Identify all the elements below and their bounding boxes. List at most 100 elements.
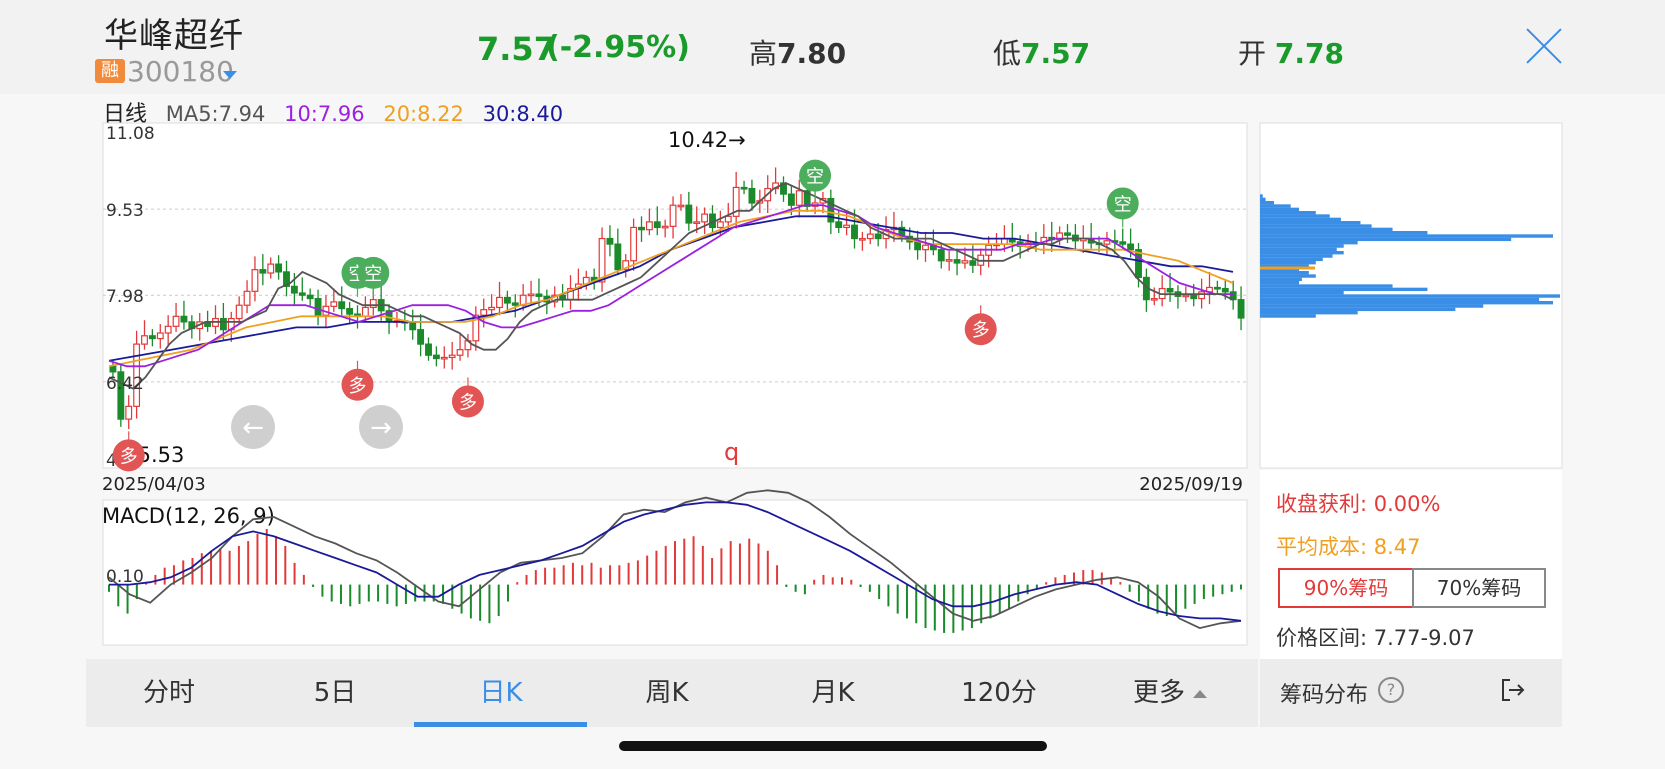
chip-bar xyxy=(1260,287,1428,292)
candle-body xyxy=(275,263,283,273)
candle-body xyxy=(645,221,653,231)
candle-body xyxy=(677,204,685,208)
chip-bar xyxy=(1260,284,1393,288)
chip-bar xyxy=(1260,197,1266,202)
candle-body xyxy=(298,292,306,296)
home-indicator xyxy=(619,741,1047,751)
candle-body xyxy=(440,356,448,360)
tab-weekly-k[interactable]: 周K xyxy=(584,659,750,727)
candle-body xyxy=(740,186,748,190)
candle-body xyxy=(598,237,606,283)
candle-body xyxy=(267,263,275,274)
candle-body xyxy=(1103,240,1111,245)
candle-body xyxy=(503,296,511,304)
chip-70-button[interactable]: 70%筹码 xyxy=(1412,568,1546,608)
chip-90-button[interactable]: 90%筹码 xyxy=(1278,568,1414,608)
candle-body xyxy=(432,354,440,360)
candle-body xyxy=(164,325,172,334)
chip-bar xyxy=(1260,277,1302,282)
candle-body xyxy=(937,249,945,262)
candle-body xyxy=(109,365,117,373)
candle-body xyxy=(661,225,669,229)
candle-body xyxy=(409,322,417,331)
tab-intraday[interactable]: 分时 xyxy=(86,659,252,727)
candle-body xyxy=(1182,294,1190,298)
candle-body xyxy=(141,335,148,345)
candle-body xyxy=(314,297,322,316)
candle-body xyxy=(1119,241,1127,245)
tab-more[interactable]: 更多 xyxy=(1082,659,1258,727)
tab-more-label: 更多 xyxy=(1132,678,1185,708)
chip-bar xyxy=(1260,314,1316,318)
sell-signal-label: 空 xyxy=(806,167,824,188)
candle-body xyxy=(125,405,133,420)
candle-body xyxy=(969,260,977,266)
end-date-label: 2025/09/19 xyxy=(1139,474,1243,495)
candle-body xyxy=(638,226,645,231)
stray-label: q xyxy=(724,438,739,466)
candle-body xyxy=(369,299,377,309)
candle-body xyxy=(480,309,488,316)
candle-body xyxy=(795,190,803,206)
chip-bar xyxy=(1260,281,1300,285)
candle-body xyxy=(1190,294,1198,300)
candle-body xyxy=(748,187,756,204)
candle-body xyxy=(614,243,622,271)
candle-body xyxy=(843,224,851,229)
candle-body xyxy=(858,237,866,241)
candle-body xyxy=(243,290,251,306)
chip-bar xyxy=(1260,261,1316,265)
tab-daily-k[interactable]: 日K xyxy=(418,659,584,727)
candle-body xyxy=(148,335,156,340)
tab-120min[interactable]: 120分 xyxy=(916,659,1082,727)
tab-monthly-k[interactable]: 月K xyxy=(750,659,916,727)
candle-body xyxy=(172,315,180,327)
chip-bar xyxy=(1260,231,1428,235)
chip-bar xyxy=(1260,257,1323,262)
candle-body xyxy=(488,306,496,311)
candle-body xyxy=(945,259,953,262)
candle-body xyxy=(1198,291,1206,300)
candle-body xyxy=(219,317,227,331)
y-tick-label: 9.53 xyxy=(106,201,144,221)
exit-icon[interactable] xyxy=(1500,677,1526,703)
period-tab-bar: 分时 5日 日K 周K 月K 120分 更多 xyxy=(86,659,1258,727)
chip-bar xyxy=(1260,307,1456,312)
chip-distribution-label: 筹码分布 xyxy=(1280,683,1369,708)
buy-signal-label: 多 xyxy=(459,392,477,413)
candle-body xyxy=(259,269,267,274)
sell-signal-label: 空 xyxy=(364,264,382,285)
chip-bar xyxy=(1260,247,1337,252)
candle-body xyxy=(606,237,614,245)
chip-bar xyxy=(1260,291,1344,295)
chip-bar xyxy=(1260,297,1540,302)
profit-ratio: 收盘获利: 0.00% xyxy=(1276,492,1441,516)
candle-body xyxy=(417,329,425,345)
chip-bar xyxy=(1260,224,1372,228)
active-tab-indicator xyxy=(414,722,587,727)
chip-bar xyxy=(1260,194,1263,198)
candle-body xyxy=(1064,232,1071,236)
chip-bar xyxy=(1260,311,1358,315)
tab-5day[interactable]: 5日 xyxy=(252,659,418,727)
candle-body xyxy=(693,221,701,224)
candle-body xyxy=(851,224,858,240)
candle-body xyxy=(448,354,456,359)
price-range: 价格区间: 7.77-9.07 xyxy=(1276,626,1475,650)
candle-body xyxy=(511,302,519,306)
candle-body xyxy=(653,221,661,229)
candle-body xyxy=(1237,299,1245,319)
help-icon[interactable]: ? xyxy=(1378,677,1404,703)
chip-footer: 筹码分布 ? xyxy=(1260,659,1562,727)
candle-body xyxy=(922,244,929,251)
candle-body xyxy=(156,332,164,340)
candle-body xyxy=(496,296,503,309)
max-price-label: 10.42→ xyxy=(668,128,746,152)
candle-body xyxy=(535,293,543,297)
candle-body xyxy=(787,193,795,206)
candle-body xyxy=(456,349,464,356)
chip-bar xyxy=(1260,274,1316,278)
chip-average-cost-bar xyxy=(1260,266,1315,270)
chip-bar xyxy=(1260,304,1484,308)
chip-bar xyxy=(1260,214,1330,218)
